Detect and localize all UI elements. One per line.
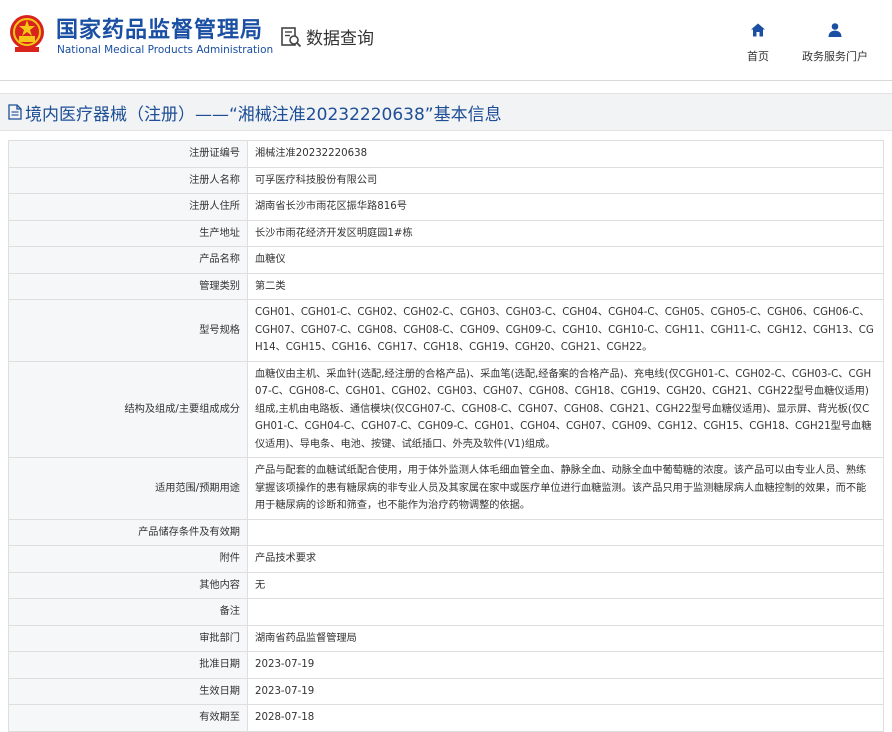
field-value: 2028-07-18: [247, 704, 884, 732]
table-row: 产品储存条件及有效期: [8, 518, 884, 546]
field-label: 注册人住所: [8, 193, 248, 221]
data-query-section[interactable]: 数据查询: [280, 24, 374, 49]
field-label: 其他内容: [8, 571, 248, 599]
field-value: [247, 598, 884, 626]
table-row: 生产地址 长沙市雨花经济开发区明庭园1#栋: [8, 219, 884, 247]
table-row: 型号规格 CGH01、CGH01-C、CGH02、CGH02-C、CGH03、CG…: [8, 299, 884, 362]
field-label: 注册证编号: [8, 140, 248, 168]
table-row: 产品名称 血糖仪: [8, 246, 884, 274]
field-label: 产品名称: [8, 246, 248, 274]
field-value: 湘械注准20232220638: [247, 140, 884, 168]
field-label: 注册人名称: [8, 166, 248, 194]
field-value: 产品与配套的血糖试纸配合使用，用于体外监测人体毛细血管全血、静脉全血、动脉全血中…: [247, 457, 884, 520]
nav-home-label: 首页: [747, 50, 769, 63]
field-label: 批准日期: [8, 651, 248, 679]
table-row: 管理类别 第二类: [8, 272, 884, 300]
nav-service-portal[interactable]: 政务服务门户: [800, 22, 870, 64]
field-value: 长沙市雨花经济开发区明庭园1#栋: [247, 219, 884, 247]
nav-service-portal-label: 政务服务门户: [802, 50, 868, 63]
field-label: 有效期至: [8, 704, 248, 732]
field-value: 湖南省药品监督管理局: [247, 624, 884, 652]
table-row: 备注: [8, 598, 884, 626]
field-label: 备注: [8, 598, 248, 626]
table-row: 注册人名称 可孚医疗科技股份有限公司: [8, 166, 884, 194]
field-label: 生产地址: [8, 219, 248, 247]
field-value: 血糖仪由主机、采血针(选配,经注册的合格产品)、采血笔(选配,经备案的合格产品)…: [247, 360, 884, 458]
field-label: 附件: [8, 545, 248, 573]
field-value: 可孚医疗科技股份有限公司: [247, 166, 884, 194]
field-label: 生效日期: [8, 677, 248, 705]
field-label: 适用范围/预期用途: [8, 457, 248, 520]
data-query-label: 数据查询: [306, 29, 374, 49]
device-info-table: 注册证编号 湘械注准20232220638 注册人名称 可孚医疗科技股份有限公司 注册人…: [8, 140, 884, 732]
field-value: 无: [247, 571, 884, 599]
field-label: 产品储存条件及有效期: [8, 518, 248, 546]
field-value: 湖南省长沙市雨花区振华路816号: [247, 193, 884, 221]
user-icon: [828, 23, 842, 37]
field-value: 2023-07-19: [247, 651, 884, 679]
field-value: 血糖仪: [247, 246, 884, 274]
table-row: 适用范围/预期用途 产品与配套的血糖试纸配合使用，用于体外监测人体毛细血管全血、静…: [8, 457, 884, 520]
table-row: 结构及组成/主要组成成分 血糖仪由主机、采血针(选配,经注册的合格产品)、采血笔(…: [8, 360, 884, 458]
document-icon: [8, 104, 22, 120]
org-name-cn[interactable]: 国家药品监督管理局: [56, 12, 263, 44]
home-icon: [751, 23, 765, 37]
field-label: 审批部门: [8, 624, 248, 652]
page-title: 境内医疗器械（注册）——“湘械注准20232220638”基本信息: [25, 105, 502, 125]
site-header: 国家药品监督管理局 National Medical Products Admi…: [0, 0, 892, 81]
field-value: 第二类: [247, 272, 884, 300]
table-row: 生效日期 2023-07-19: [8, 677, 884, 705]
document-search-icon: [281, 26, 302, 47]
table-row: 附件 产品技术要求: [8, 545, 884, 573]
table-row: 注册人住所 湖南省长沙市雨花区振华路816号: [8, 193, 884, 221]
field-value: 2023-07-19: [247, 677, 884, 705]
field-label: 管理类别: [8, 272, 248, 300]
field-label: 结构及组成/主要组成成分: [8, 360, 248, 458]
national-emblem-icon: [10, 15, 44, 52]
field-label: 型号规格: [8, 299, 248, 362]
table-row: 有效期至 2028-07-18: [8, 704, 884, 732]
field-value: [247, 518, 884, 546]
field-value: 产品技术要求: [247, 545, 884, 573]
table-row: 注册证编号 湘械注准20232220638: [8, 140, 884, 168]
table-row: 审批部门 湖南省药品监督管理局: [8, 624, 884, 652]
table-row: 批准日期 2023-07-19: [8, 651, 884, 679]
field-value: CGH01、CGH01-C、CGH02、CGH02-C、CGH03、CGH03-…: [247, 299, 884, 362]
page-title-bar: 境内医疗器械（注册）——“湘械注准20232220638”基本信息: [0, 93, 892, 131]
table-row: 其他内容无: [8, 571, 884, 599]
org-name-en: National Medical Products Administration: [57, 44, 274, 56]
nav-home[interactable]: 首页: [743, 22, 773, 64]
